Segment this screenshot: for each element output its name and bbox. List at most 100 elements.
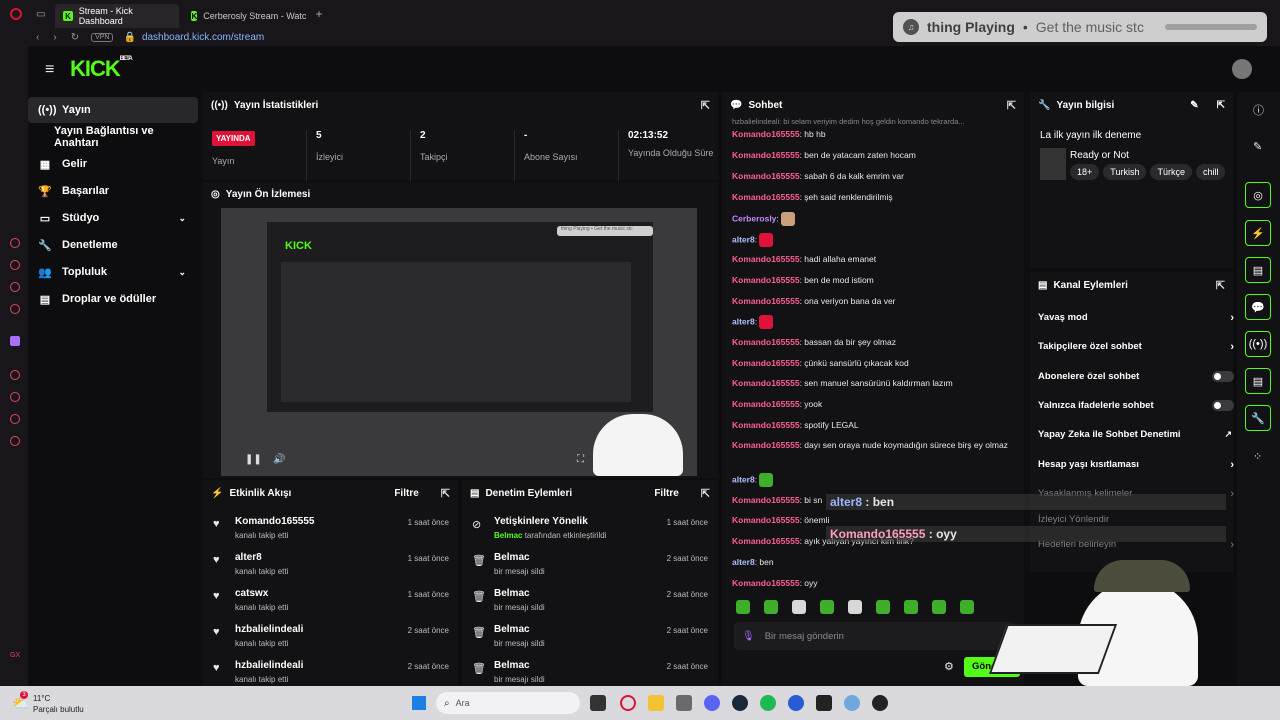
volume-icon[interactable]: 🔊 <box>273 454 285 465</box>
store-icon[interactable] <box>676 695 692 711</box>
edit-icon[interactable]: ✎ <box>1190 100 1198 111</box>
activity-filter-button[interactable]: Filtre <box>394 488 418 499</box>
quick-action-clipboard[interactable]: ▤ <box>1245 257 1271 283</box>
settings-icon[interactable] <box>10 436 20 446</box>
chat-username[interactable]: Komando165555 <box>732 578 800 588</box>
chat-username[interactable]: Komando165555 <box>732 337 800 347</box>
emote-icon[interactable] <box>736 600 750 614</box>
tag-chip[interactable]: 18+ <box>1070 164 1100 180</box>
app-icon[interactable] <box>788 695 804 711</box>
quick-action-wrench[interactable]: 🔧 <box>1245 405 1271 431</box>
emote-icon[interactable] <box>792 600 806 614</box>
menu-icon[interactable]: ≡ <box>45 61 54 79</box>
microphone-icon[interactable]: 🎙 <box>742 631 755 642</box>
sidebar-item-topluluk[interactable]: 👥 Topluluk ⌄ <box>28 259 198 285</box>
chat-username[interactable]: alter8 <box>732 557 755 567</box>
sidebar-item-studyo[interactable]: ▭ Stüdyo ⌄ <box>28 205 198 231</box>
sidebar-item-droplar[interactable]: ▤ Droplar ve ödüller <box>28 286 198 312</box>
option-account-age[interactable]: Hesap yaşı kısıtlaması › <box>1038 459 1234 471</box>
sidebar-item-yayin[interactable]: ((•)) Yayın <box>28 97 198 123</box>
start-icon[interactable] <box>412 696 426 710</box>
back-icon[interactable]: ‹ <box>36 32 39 43</box>
settings-app-icon[interactable] <box>844 695 860 711</box>
sidebar-item-stream-key[interactable]: Yayın Bağlantısı ve Anahtarı <box>28 124 198 150</box>
chat-username[interactable]: Komando165555 <box>732 150 800 160</box>
sidebar-item-gelir[interactable]: ▦ Gelir <box>28 151 198 177</box>
option-emotes-only[interactable]: Yalnızca ifadelerle sohbet <box>1038 400 1234 411</box>
chat-username[interactable]: Cerberosly <box>732 213 776 223</box>
chat-input[interactable]: 🎙 Bir mesaj gönderin <box>734 622 1014 650</box>
tag-chip[interactable]: Turkish <box>1103 164 1147 180</box>
quick-action-camera[interactable]: ◎ <box>1245 182 1271 208</box>
tab-cerberosly-stream[interactable]: K Cerberosly Stream - Watc <box>183 4 307 28</box>
popout-icon[interactable]: ⇱ <box>701 487 710 500</box>
toggle-switch[interactable] <box>1212 400 1234 411</box>
chat-username[interactable]: Komando165555 <box>732 399 800 409</box>
quick-action-chat[interactable]: 💬 <box>1245 294 1271 320</box>
option-slow-mode[interactable]: Yavaş mod › <box>1038 312 1234 324</box>
popout-icon[interactable]: ⇱ <box>441 487 450 500</box>
chat-username[interactable]: Komando165555 <box>732 420 800 430</box>
emote-icon[interactable] <box>848 600 862 614</box>
popout-icon[interactable]: ⇱ <box>1217 100 1225 111</box>
chat-username[interactable]: Komando165555 <box>732 296 800 306</box>
popout-icon[interactable]: ⇱ <box>701 99 710 112</box>
emote-icon[interactable] <box>820 600 834 614</box>
chat-username[interactable]: Komando165555 <box>732 254 800 264</box>
chat-username[interactable]: Komando165555 <box>732 515 800 525</box>
emote-icon[interactable] <box>876 600 890 614</box>
fullscreen-icon[interactable]: ⛶ <box>577 454 584 465</box>
opera-gx-icon[interactable] <box>620 695 636 711</box>
bag-icon[interactable] <box>10 260 20 270</box>
discord-icon[interactable] <box>704 695 720 711</box>
chat-username[interactable]: Komando165555 <box>732 378 800 388</box>
chat-settings-icon[interactable]: ⚙ <box>944 660 954 673</box>
chat-username[interactable]: Komando165555 <box>732 358 800 368</box>
chat-username[interactable]: Komando165555 <box>732 440 800 450</box>
forward-icon[interactable]: › <box>53 32 56 43</box>
tag-chip[interactable]: Türkçe <box>1150 164 1192 180</box>
emote-icon[interactable] <box>904 600 918 614</box>
chat-username[interactable]: alter8 <box>732 474 755 484</box>
history-icon[interactable] <box>10 392 20 402</box>
tag-chip[interactable]: chill <box>1195 164 1226 180</box>
taskbar-search[interactable]: ⌕ Ara <box>436 692 580 714</box>
chat-username[interactable]: Komando165555 <box>732 192 800 202</box>
chat-username[interactable]: Komando165555 <box>732 129 800 139</box>
quick-action-broadcast[interactable]: ((•)) <box>1245 331 1271 357</box>
spotify-icon[interactable] <box>760 695 776 711</box>
chat-username[interactable]: Komando165555 <box>732 536 800 546</box>
info-icon[interactable]: ⓘ <box>1253 102 1264 118</box>
reload-icon[interactable]: ↻ <box>71 32 79 43</box>
sidebar-item-denetleme[interactable]: 🔧 Denetleme <box>28 232 198 258</box>
pencil-icon[interactable]: ✎ <box>1253 140 1262 153</box>
chat-username[interactable]: Komando165555 <box>732 171 800 181</box>
twitch-icon[interactable] <box>10 336 20 346</box>
chat-username[interactable]: alter8 <box>732 316 755 326</box>
vpn-badge[interactable]: VPN <box>91 32 114 42</box>
steam-icon[interactable] <box>732 695 748 711</box>
media-notification[interactable]: ♫ thing Playing • Get the music stc <box>893 12 1267 42</box>
option-ai-moderation[interactable]: Yapay Zeka ile Sohbet Denetimi ↗ <box>1038 429 1232 440</box>
preview-video[interactable]: KICK thing Playing • Get the music stc ❚… <box>221 208 697 476</box>
popout-icon[interactable]: ⇱ <box>1007 99 1016 112</box>
player-icon[interactable] <box>10 370 20 380</box>
file-explorer-icon[interactable] <box>648 695 664 711</box>
popout-icon[interactable]: ⇱ <box>1216 279 1225 292</box>
emote-icon[interactable] <box>932 600 946 614</box>
pause-icon[interactable]: ❚❚ <box>245 454 262 465</box>
chat-username[interactable]: Komando165555 <box>732 495 800 505</box>
emote-icon[interactable] <box>764 600 778 614</box>
tab-kick-dashboard[interactable]: K Stream - Kick Dashboard <box>55 4 180 28</box>
epic-games-icon[interactable] <box>816 695 832 711</box>
workspaces-icon[interactable]: ▭ <box>36 9 45 20</box>
emote-icon[interactable] <box>960 600 974 614</box>
chat-username[interactable]: alter8 <box>732 234 755 244</box>
chat-username[interactable]: Komando165555 <box>732 275 800 285</box>
kick-logo[interactable]: KICKBETA <box>70 56 133 82</box>
taskview-icon[interactable] <box>590 695 606 711</box>
new-tab-icon[interactable]: + <box>315 7 322 21</box>
category-name[interactable]: Ready or Not <box>1070 150 1129 161</box>
user-avatar[interactable] <box>1232 59 1252 79</box>
messenger-icon[interactable] <box>10 238 20 248</box>
